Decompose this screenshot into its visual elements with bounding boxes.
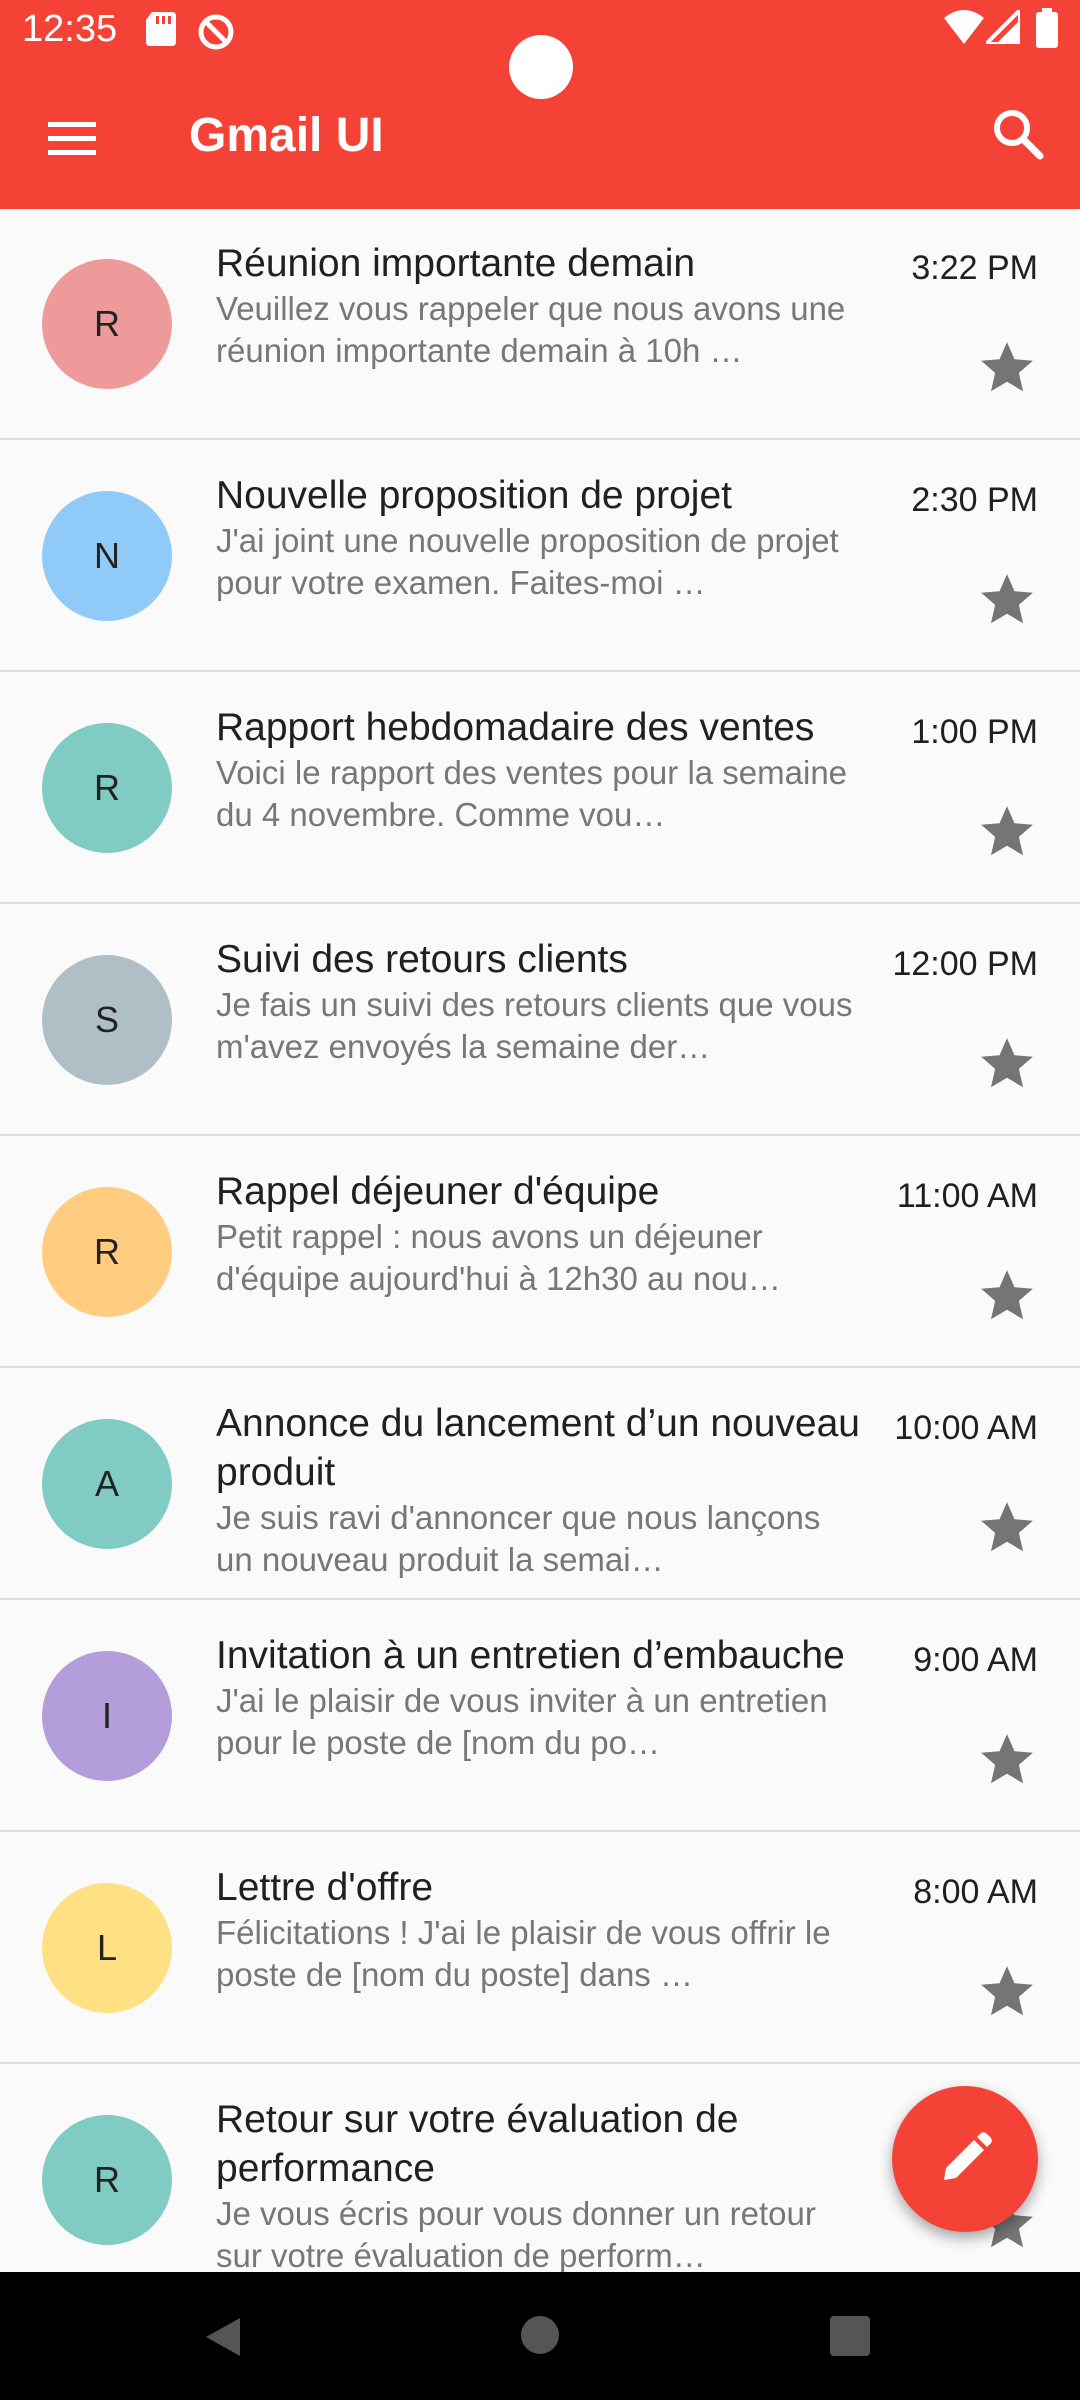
email-text: Rapport hebdomadaire des ventes Voici le … bbox=[216, 703, 866, 836]
star-icon[interactable] bbox=[976, 1497, 1038, 1559]
email-subject: Lettre d'offre bbox=[216, 1866, 434, 1909]
email-preview: Petit rappel : nous avons un déjeuner d'… bbox=[216, 1218, 781, 1297]
star-icon[interactable] bbox=[976, 1033, 1038, 1095]
email-preview: Je fais un suivi des retours clients que… bbox=[216, 986, 853, 1065]
compose-button[interactable] bbox=[892, 2086, 1038, 2232]
sender-avatar: L bbox=[42, 1883, 172, 2013]
sender-avatar: R bbox=[42, 259, 172, 389]
email-list-item[interactable]: S Suivi des retours clients Je fais un sui… bbox=[0, 905, 1080, 1136]
email-subject: Réunion importante demain bbox=[216, 242, 696, 285]
star-icon[interactable] bbox=[976, 337, 1038, 399]
email-text: Retour sur votre évaluation de performan… bbox=[216, 2095, 866, 2272]
star-icon[interactable] bbox=[976, 1265, 1038, 1327]
camera-cutout bbox=[509, 35, 573, 99]
email-text: Réunion importante demain Veuillez vous r… bbox=[216, 239, 866, 372]
email-subject: Rapport hebdomadaire des ventes bbox=[216, 706, 815, 749]
email-subject: Rappel déjeuner d'équipe bbox=[216, 1170, 660, 1213]
sender-avatar: R bbox=[42, 1187, 172, 1317]
email-subject: Invitation à un entretien d’embauche bbox=[216, 1634, 845, 1677]
email-preview: Je vous écris pour vous donner un retour… bbox=[216, 2195, 816, 2272]
email-preview: J'ai joint une nouvelle proposition de p… bbox=[216, 522, 839, 601]
hamburger-menu-icon[interactable] bbox=[40, 110, 106, 166]
email-time: 8:00 AM bbox=[913, 1873, 1038, 1911]
sd-card-icon bbox=[146, 12, 176, 46]
recents-icon[interactable] bbox=[830, 2316, 870, 2356]
search-icon[interactable] bbox=[988, 104, 1048, 164]
wifi-icon bbox=[944, 10, 984, 44]
email-time: 12:00 PM bbox=[892, 945, 1038, 983]
email-list-item[interactable]: A Annonce du lancement d’un nouveau produ… bbox=[0, 1369, 1080, 1600]
email-list-item[interactable]: N Nouvelle proposition de projet J'ai join… bbox=[0, 441, 1080, 672]
signal-icon bbox=[986, 10, 1020, 44]
email-list-item[interactable]: L Lettre d'offre Félicitations ! J'ai le p… bbox=[0, 1833, 1080, 2064]
email-time: 10:00 AM bbox=[894, 1409, 1038, 1447]
sender-avatar: I bbox=[42, 1651, 172, 1781]
star-icon[interactable] bbox=[976, 569, 1038, 631]
navigation-bar bbox=[0, 2272, 1080, 2400]
email-subject: Suivi des retours clients bbox=[216, 938, 628, 981]
pencil-icon bbox=[944, 2132, 992, 2180]
email-preview: J'ai le plaisir de vous inviter à un ent… bbox=[216, 1682, 828, 1761]
back-icon[interactable] bbox=[200, 2314, 246, 2360]
email-text: Invitation à un entretien d’embauche J'ai… bbox=[216, 1631, 866, 1764]
email-list-item[interactable]: R Rapport hebdomadaire des ventes Voici le… bbox=[0, 673, 1080, 904]
battery-icon bbox=[1036, 8, 1058, 48]
sender-avatar: S bbox=[42, 955, 172, 1085]
status-time: 12:35 bbox=[22, 8, 118, 50]
email-preview: Je suis ravi d'annoncer que nous lançons… bbox=[216, 1499, 821, 1578]
email-text: Lettre d'offre Félicitations ! J'ai le pl… bbox=[216, 1863, 866, 1996]
home-icon[interactable] bbox=[519, 2314, 561, 2356]
email-text: Nouvelle proposition de projet J'ai joint… bbox=[216, 471, 866, 604]
sender-avatar: R bbox=[42, 2115, 172, 2245]
sender-avatar: A bbox=[42, 1419, 172, 1549]
gmail-screen: 12:35 Gmail UI R Réunion importante dema… bbox=[0, 0, 1080, 2400]
email-list-item[interactable]: I Invitation à un entretien d’embauche J'a… bbox=[0, 1601, 1080, 1832]
star-icon[interactable] bbox=[976, 1961, 1038, 2023]
app-title: Gmail UI bbox=[189, 109, 384, 162]
email-time: 11:00 AM bbox=[896, 1177, 1038, 1215]
email-text: Rappel déjeuner d'équipe Petit rappel : n… bbox=[216, 1167, 866, 1300]
email-text: Suivi des retours clients Je fais un suiv… bbox=[216, 935, 866, 1068]
email-time: 3:22 PM bbox=[911, 249, 1038, 287]
email-subject: Annonce du lancement d’un nouveau produi… bbox=[216, 1402, 860, 1494]
email-subject: Nouvelle proposition de projet bbox=[216, 474, 732, 517]
sender-avatar: R bbox=[42, 723, 172, 853]
email-time: 9:00 AM bbox=[913, 1641, 1038, 1679]
email-preview: Félicitations ! J'ai le plaisir de vous … bbox=[216, 1914, 831, 1993]
app-bar: 12:35 Gmail UI bbox=[0, 0, 1080, 209]
email-subject: Retour sur votre évaluation de performan… bbox=[216, 2098, 739, 2190]
email-list-item[interactable]: R Réunion importante demain Veuillez vous … bbox=[0, 209, 1080, 440]
email-preview: Veuillez vous rappeler que nous avons un… bbox=[216, 290, 846, 369]
data-saver-icon bbox=[198, 14, 234, 50]
email-time: 1:00 PM bbox=[911, 713, 1038, 751]
sender-avatar: N bbox=[42, 491, 172, 621]
email-time: 2:30 PM bbox=[911, 481, 1038, 519]
email-list-item[interactable]: R Rappel déjeuner d'équipe Petit rappel : … bbox=[0, 1137, 1080, 1368]
star-icon[interactable] bbox=[976, 801, 1038, 863]
email-list: R Réunion importante demain Veuillez vous … bbox=[0, 209, 1080, 2272]
star-icon[interactable] bbox=[976, 1729, 1038, 1791]
email-preview: Voici le rapport des ventes pour la sema… bbox=[216, 754, 848, 833]
email-text: Annonce du lancement d’un nouveau produi… bbox=[216, 1399, 866, 1581]
